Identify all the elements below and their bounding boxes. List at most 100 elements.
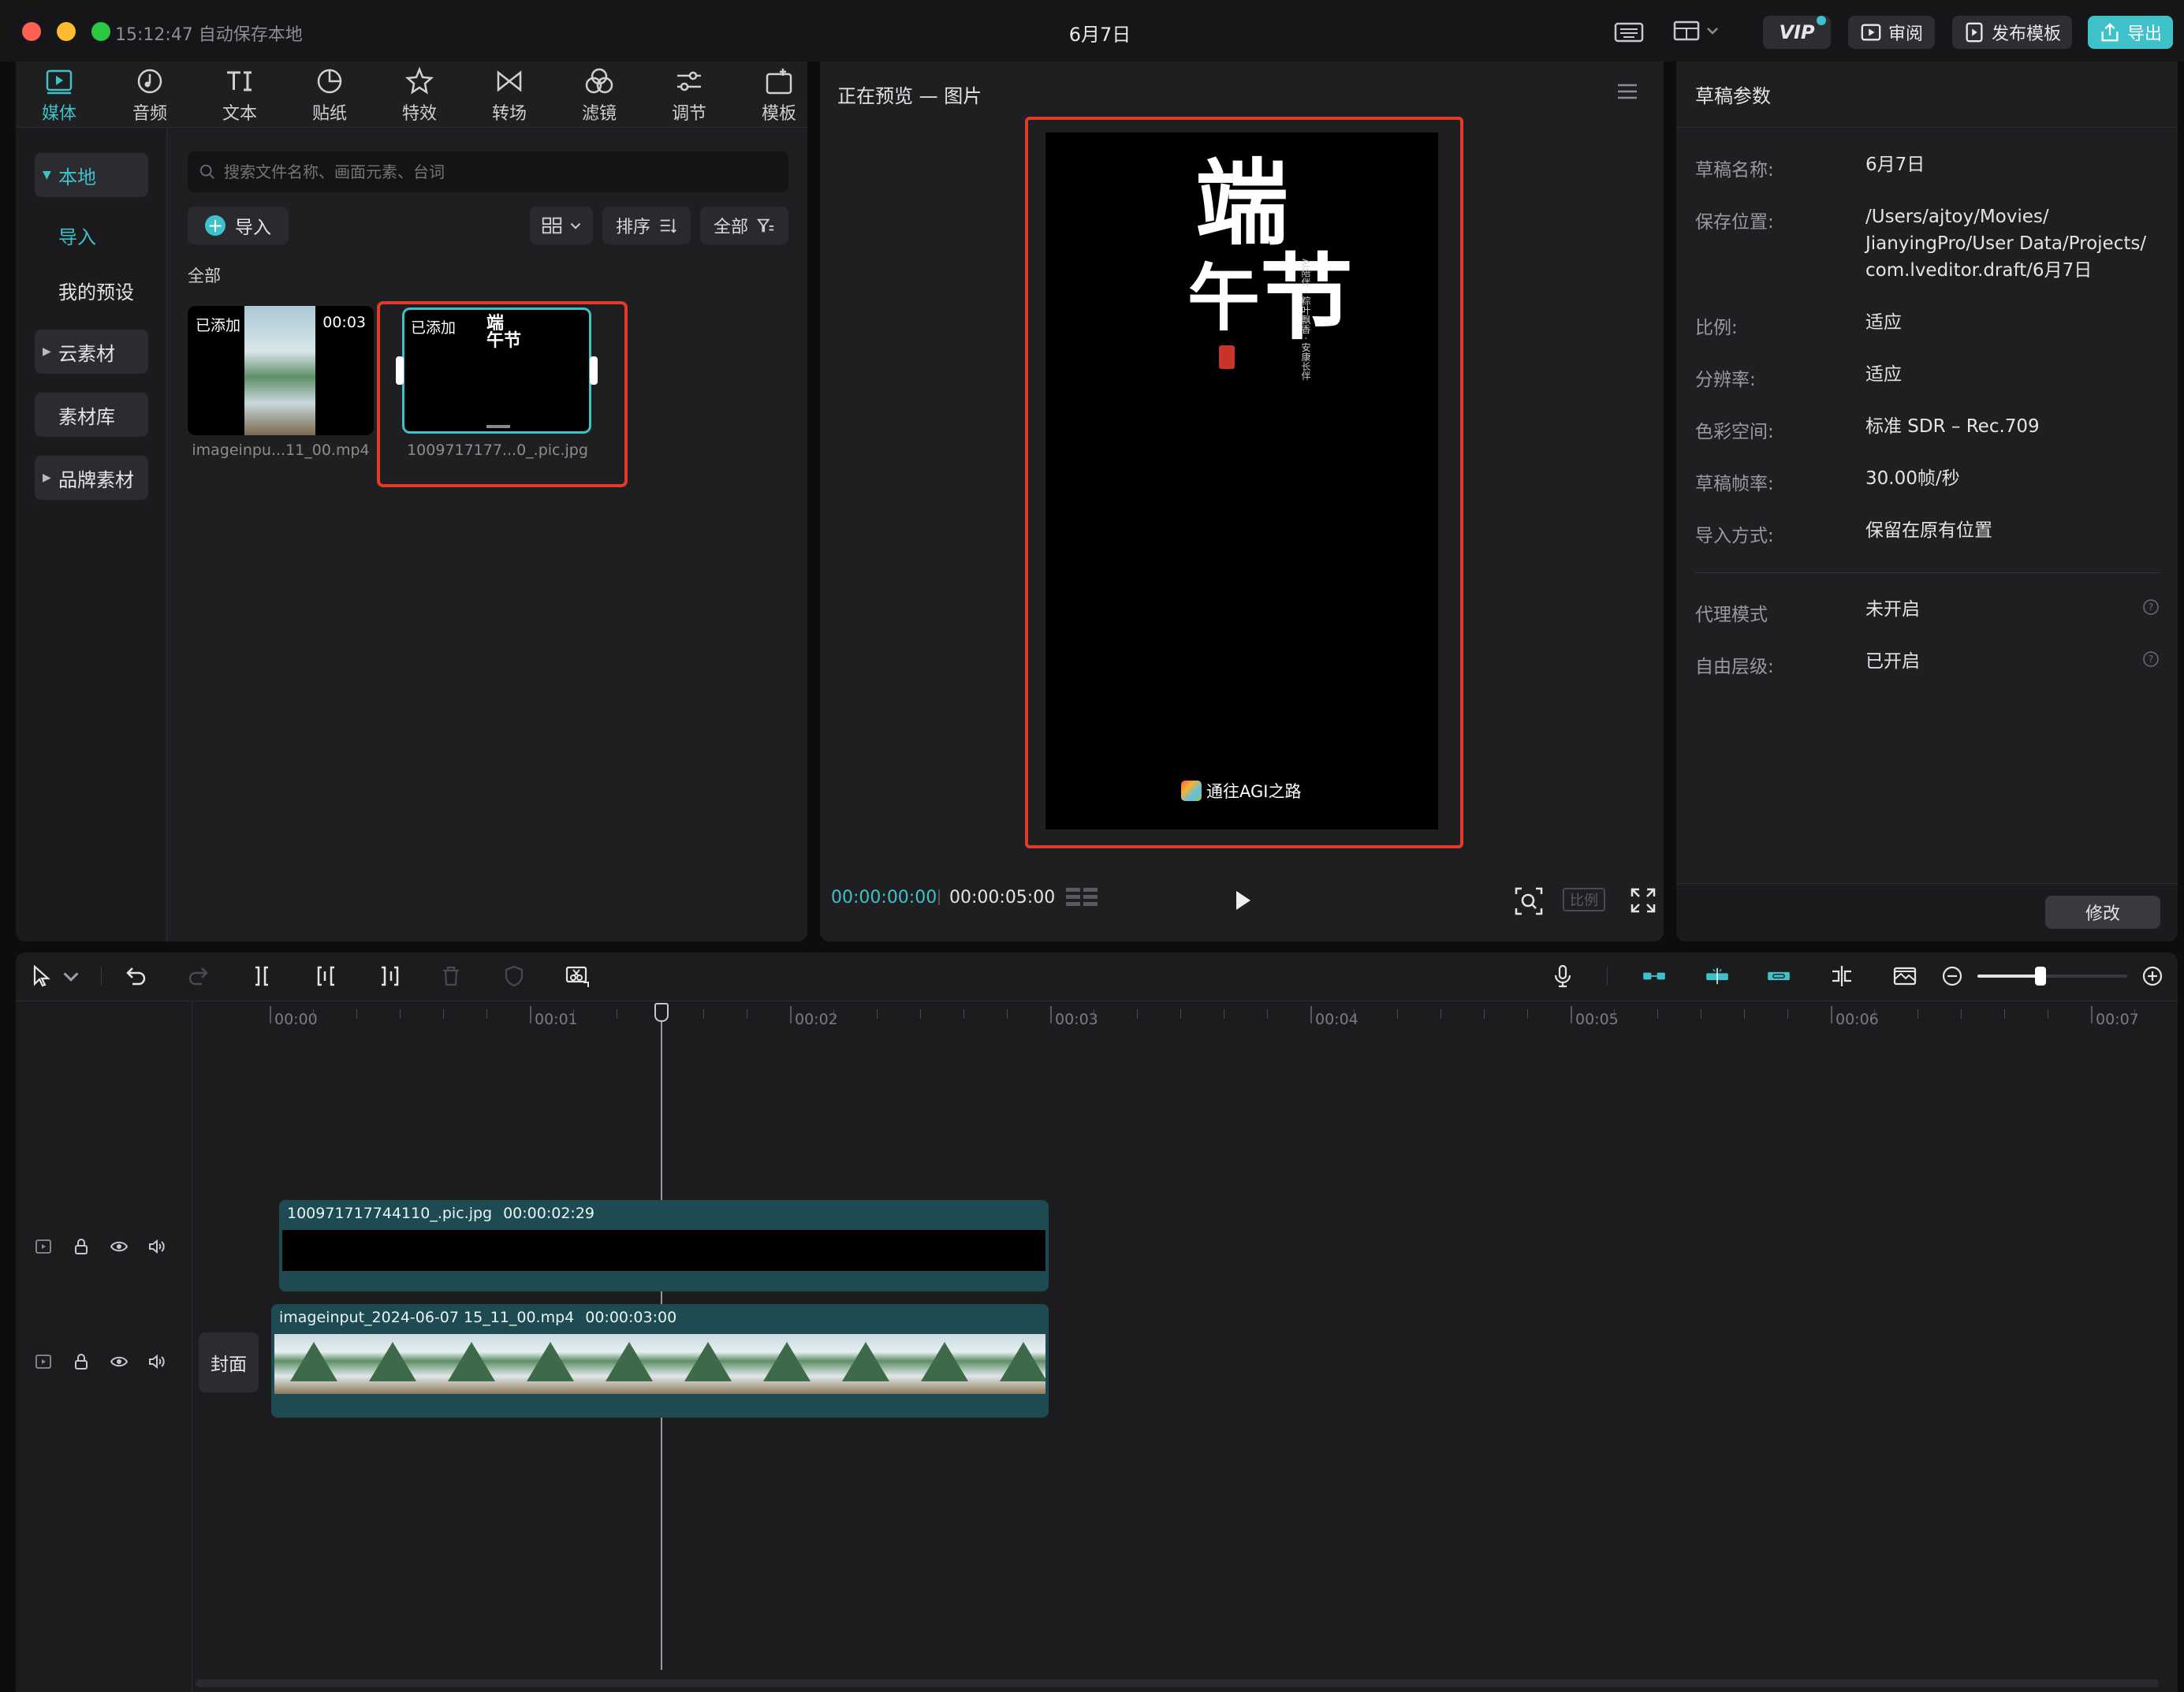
maximize-window-button[interactable] [91,22,110,41]
caret-down-icon: ▼ [43,169,51,181]
timeline-scrollbar[interactable] [196,1679,2159,1687]
select-tool-button[interactable] [25,960,57,992]
proxy-help-icon[interactable]: ? [2141,598,2160,617]
undo-button[interactable] [120,960,151,992]
view-mode-button[interactable] [530,207,593,244]
zoom-out-button[interactable] [1936,960,1968,992]
tab-transition[interactable]: 转场 [474,66,545,126]
trim-handle-left[interactable] [396,356,404,385]
zoom-slider[interactable] [1977,967,2127,986]
record-audio-button[interactable] [1547,960,1578,992]
zoom-in-button[interactable] [2137,960,2168,992]
tab-effects[interactable]: 特效 [384,66,455,126]
tab-template[interactable]: 模板 [744,66,814,126]
filmstrip-mountain [369,1342,416,1381]
vip-button[interactable]: VIP [1763,16,1831,49]
auto-snap-button[interactable] [1700,960,1735,992]
modify-button[interactable]: 修改 [2045,896,2160,929]
ruler-minor-tick [573,1009,574,1019]
clip-name: imageinput_2024-06-07 15_11_00.mp4 [279,1309,575,1326]
timeline-clip-video[interactable]: imageinput_2024-06-07 15_11_00.mp4 00:00… [271,1304,1049,1418]
sidebar-item-local[interactable]: ▼ 本地 [35,153,148,197]
track2-visibility-button[interactable] [107,1350,131,1373]
play-button[interactable] [1228,886,1257,915]
menu-icon[interactable] [1616,82,1638,101]
sidebar-item-import[interactable]: 导入 [35,213,148,257]
track1-lock-button[interactable] [69,1235,93,1258]
timeline-clip-image[interactable]: 100971717744110_.pic.jpg 00:00:02:29 [279,1200,1049,1291]
tab-adjust-label: 调节 [671,104,706,124]
publish-template-button[interactable]: 发布模板 [1952,16,2072,49]
track1-audio-button[interactable] [145,1235,169,1258]
auto-cut-button[interactable] [561,960,593,992]
ratio-label: 比例 [1570,893,1598,909]
sidebar-item-cloud[interactable]: ▶ 云素材 [35,330,148,374]
main-track-magnet-button[interactable] [1637,960,1672,992]
trim-right-icon [382,966,399,986]
ratio-button[interactable]: 比例 [1563,888,1605,911]
track2-audio-button[interactable] [145,1350,169,1373]
sidebar-item-brand[interactable]: ▶ 品牌素材 [35,456,148,500]
ruler-minor-tick [1007,1009,1008,1019]
review-button[interactable]: 审阅 [1848,16,1935,49]
media-item-video[interactable]: 已添加 00:03 [188,306,374,435]
trash-icon [443,966,459,986]
ruler-minor-tick [1440,1009,1441,1019]
timecode-list-icon[interactable] [1064,885,1099,913]
trim-left-button[interactable] [311,960,342,992]
search-input[interactable] [224,162,760,181]
track1-visibility-button[interactable] [107,1235,131,1258]
fullscreen-button[interactable] [1629,886,1657,915]
search-box[interactable] [188,151,788,192]
trim-right-button[interactable] [374,960,405,992]
playhead-handle[interactable] [654,1003,669,1022]
select-mode-dropdown[interactable] [61,960,80,992]
mask-button[interactable] [498,960,530,992]
redo-button[interactable] [183,960,214,992]
delete-button[interactable] [435,960,467,992]
current-time: 00:00:00:00 [831,888,937,907]
layout-icon[interactable] [1672,19,1722,44]
eye-icon [110,1356,129,1367]
linkage-button[interactable] [1761,960,1796,992]
preview-axis-button[interactable] [1826,960,1858,992]
sidebar-item-presets[interactable]: 我的预设 [35,268,148,312]
poster-brand: 通往AGI之路 [1181,779,1301,803]
trim-handle-right[interactable] [590,356,598,385]
filmstrip-mountain [527,1342,574,1381]
tab-audio[interactable]: 音频 [114,66,185,126]
sort-button[interactable]: 排序 [602,207,691,244]
clip-header: imageinput_2024-06-07 15_11_00.mp4 00:00… [279,1309,676,1326]
snap-icon [1706,967,1728,985]
sidebar-item-library[interactable]: 素材库 [35,393,148,437]
track2-lock-button[interactable] [69,1350,93,1373]
search-icon [199,164,214,179]
tab-sticker[interactable]: 贴纸 [294,66,365,126]
media-item-image[interactable]: 已添加 端午节 [402,307,591,434]
tab-text[interactable]: 文本 [204,66,275,126]
keyboard-icon[interactable] [1613,20,1645,44]
export-icon [2101,23,2119,42]
track1-video-icon [32,1235,55,1258]
cover-button[interactable]: 封面 [199,1332,259,1392]
minimize-window-button[interactable] [57,22,76,41]
sticker-icon [317,69,342,94]
param-label-ratio: 比例: [1695,318,1738,338]
zoom-preview-button[interactable] [1514,886,1544,916]
split-button[interactable] [246,960,278,992]
filter-all-button[interactable]: 全部 [700,207,788,244]
thumbnail-toggle-button[interactable] [1889,960,1921,992]
layer-help-icon[interactable]: ? [2141,650,2160,669]
preview-canvas[interactable]: 端 午节 AI陪伴 · 粽叶飘香 · 安康长伴 通往AGI之路 [1045,132,1438,829]
tab-filter[interactable]: 滤镜 [564,66,635,126]
tab-adjust[interactable]: 调节 [654,66,725,126]
zoom-slider-thumb[interactable] [2034,967,2046,986]
close-window-button[interactable] [22,22,41,41]
ruler-minor-tick [1267,1009,1268,1019]
ruler-label: 00:05 [1575,1011,1619,1028]
sidebar-brand-label: 品牌素材 [58,468,134,491]
tab-media[interactable]: 媒体 [24,66,95,126]
import-button[interactable]: + 导入 [188,207,289,244]
ruler-major-tick [1831,1006,1832,1023]
export-button[interactable]: 导出 [2088,16,2173,49]
